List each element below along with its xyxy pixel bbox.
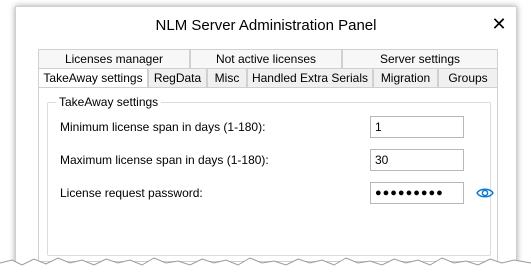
title-bar: NLM Server Administration Panel ✕ [16,7,516,43]
max-span-input[interactable]: 30 [370,149,464,171]
tab-migration[interactable]: Migration [373,68,438,87]
password-input[interactable]: ●●●●●●●●● [370,182,464,204]
tab-server-settings[interactable]: Server settings [342,49,498,68]
tab-takeaway-settings[interactable]: TakeAway settings [38,68,148,87]
tab-groups[interactable]: Groups [438,68,498,87]
group-title: TakeAway settings [56,95,162,109]
tab-licenses-manager[interactable]: Licenses manager [38,49,190,68]
tab-regdata[interactable]: RegData [148,68,207,87]
eye-icon[interactable] [473,182,497,204]
min-span-input[interactable]: 1 [370,116,464,138]
max-span-label: Maximum license span in days (1-180): [60,153,269,167]
tab-handled-extra-serials[interactable]: Handled Extra Serials [247,68,373,87]
close-icon[interactable]: ✕ [484,11,514,37]
tab-row-front: TakeAway settings RegData Misc Handled E… [38,68,498,87]
takeaway-settings-group: TakeAway settings Minimum license span i… [47,95,494,256]
tab-not-active-licenses[interactable]: Not active licenses [190,49,342,68]
tab-row-back: Licenses manager Not active licenses Ser… [38,49,498,68]
takeaway-settings-panel: TakeAway settings Minimum license span i… [38,87,498,262]
torn-edge [0,257,531,273]
tab-misc[interactable]: Misc [207,68,247,87]
password-label: License request password: [60,186,203,200]
min-span-label: Minimum license span in days (1-180): [60,120,266,134]
admin-panel-window: NLM Server Administration Panel ✕ Licens… [15,6,517,266]
window-title: NLM Server Administration Panel [155,17,377,34]
